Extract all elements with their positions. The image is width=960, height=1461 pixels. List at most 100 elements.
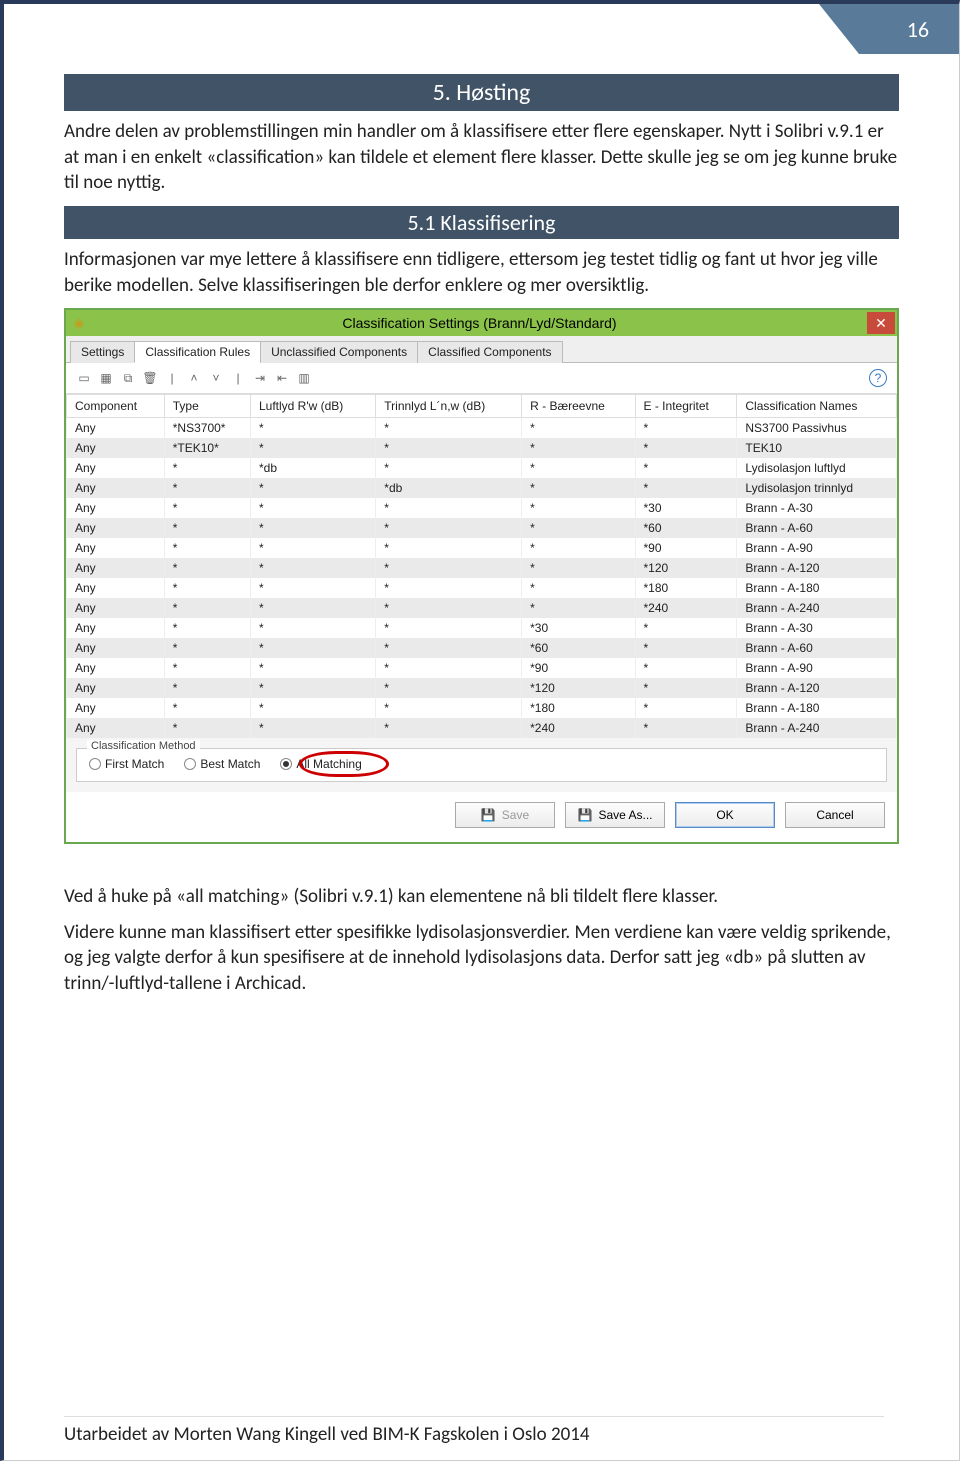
export-icon[interactable]: ⇤ [274,370,290,386]
table-cell[interactable]: * [635,718,737,738]
table-cell[interactable]: *90 [522,658,635,678]
add-row-icon[interactable]: ▭ [76,370,92,386]
col-baereevne[interactable]: R - Bæreevne [522,395,635,418]
table-cell[interactable]: *240 [522,718,635,738]
table-cell[interactable]: * [250,498,375,518]
table-cell[interactable]: * [522,558,635,578]
table-cell[interactable]: * [635,478,737,498]
table-cell[interactable]: *90 [635,538,737,558]
table-cell[interactable]: Brann - A-90 [737,658,897,678]
copy-icon[interactable]: ⧉ [120,370,136,386]
col-classnames[interactable]: Classification Names [737,395,897,418]
tab-settings[interactable]: Settings [70,341,135,363]
table-cell[interactable]: * [376,498,522,518]
table-cell[interactable]: *db [376,478,522,498]
table-cell[interactable]: * [376,578,522,598]
table-cell[interactable]: * [164,698,250,718]
table-cell[interactable]: Lydisolasjon trinnlyd [737,478,897,498]
table-cell[interactable]: * [635,418,737,439]
table-cell[interactable]: Brann - A-90 [737,538,897,558]
table-cell[interactable]: * [250,558,375,578]
table-row[interactable]: Any*****180Brann - A-180 [67,578,897,598]
table-row[interactable]: Any**db***Lydisolasjon luftlyd [67,458,897,478]
tab-classified[interactable]: Classified Components [417,341,562,363]
table-cell[interactable]: Any [67,718,165,738]
table-cell[interactable]: * [376,518,522,538]
radio-first-match[interactable]: First Match [89,757,164,771]
table-cell[interactable]: Brann - A-60 [737,638,897,658]
table-cell[interactable]: * [250,598,375,618]
ok-button[interactable]: OK [675,802,775,828]
table-cell[interactable]: * [250,418,375,439]
table-cell[interactable]: * [250,698,375,718]
table-cell[interactable]: NS3700 Passivhus [737,418,897,439]
table-cell[interactable]: * [522,478,635,498]
table-cell[interactable]: Brann - A-180 [737,578,897,598]
move-down-icon[interactable]: ˅ [208,370,224,386]
table-cell[interactable]: * [522,498,635,518]
table-cell[interactable]: * [250,578,375,598]
table-row[interactable]: Any****240*Brann - A-240 [67,718,897,738]
table-cell[interactable]: *NS3700* [164,418,250,439]
table-cell[interactable]: * [164,538,250,558]
table-cell[interactable]: * [635,698,737,718]
table-cell[interactable]: * [522,438,635,458]
table-cell[interactable]: * [164,718,250,738]
table-cell[interactable]: *30 [635,498,737,518]
col-trinnlyd[interactable]: Trinnlyd L´n,w (dB) [376,395,522,418]
table-row[interactable]: Any*****60Brann - A-60 [67,518,897,538]
col-integritet[interactable]: E - Integritet [635,395,737,418]
import-icon[interactable]: ⇥ [252,370,268,386]
table-cell[interactable]: * [250,678,375,698]
radio-best-match[interactable]: Best Match [184,757,260,771]
table-cell[interactable]: * [522,578,635,598]
table-cell[interactable]: Brann - A-30 [737,498,897,518]
table-cell[interactable]: * [522,418,635,439]
table-cell[interactable]: Any [67,598,165,618]
tab-unclassified[interactable]: Unclassified Components [260,341,418,363]
table-cell[interactable]: * [376,658,522,678]
table-cell[interactable]: * [250,718,375,738]
cancel-button[interactable]: Cancel [785,802,885,828]
table-cell[interactable]: * [635,658,737,678]
move-up-icon[interactable]: ˄ [186,370,202,386]
table-cell[interactable]: Brann - A-60 [737,518,897,538]
table-cell[interactable]: Brann - A-240 [737,718,897,738]
table-cell[interactable]: * [250,518,375,538]
table-row[interactable]: Any****30*Brann - A-30 [67,618,897,638]
table-cell[interactable]: Any [67,418,165,439]
table-cell[interactable]: * [635,458,737,478]
table-cell[interactable]: *30 [522,618,635,638]
col-component[interactable]: Component [67,395,165,418]
table-cell[interactable]: * [164,598,250,618]
table-cell[interactable]: Brann - A-240 [737,598,897,618]
table-cell[interactable]: * [250,658,375,678]
table-cell[interactable]: Any [67,458,165,478]
add-rows-icon[interactable]: ▦ [98,370,114,386]
table-cell[interactable]: * [522,538,635,558]
table-cell[interactable]: * [376,618,522,638]
save-as-button[interactable]: 💾 Save As... [565,802,665,828]
table-cell[interactable]: * [164,478,250,498]
table-cell[interactable]: * [376,558,522,578]
table-row[interactable]: Any*****30Brann - A-30 [67,498,897,518]
table-row[interactable]: Any****180*Brann - A-180 [67,698,897,718]
table-cell[interactable]: Any [67,578,165,598]
table-cell[interactable]: Any [67,538,165,558]
table-cell[interactable]: * [164,638,250,658]
table-row[interactable]: Any*TEK10*****TEK10 [67,438,897,458]
table-cell[interactable]: Any [67,698,165,718]
table-cell[interactable]: Lydisolasjon luftlyd [737,458,897,478]
table-cell[interactable]: Brann - A-180 [737,698,897,718]
table-cell[interactable]: * [250,538,375,558]
radio-all-matching[interactable]: All Matching [280,757,361,771]
table-cell[interactable]: Any [67,638,165,658]
table-row[interactable]: Any****60*Brann - A-60 [67,638,897,658]
table-cell[interactable]: * [522,598,635,618]
table-cell[interactable]: Any [67,498,165,518]
table-cell[interactable]: * [376,598,522,618]
table-cell[interactable]: *db [250,458,375,478]
table-cell[interactable]: * [376,438,522,458]
table-cell[interactable]: * [376,638,522,658]
table-cell[interactable]: * [376,718,522,738]
